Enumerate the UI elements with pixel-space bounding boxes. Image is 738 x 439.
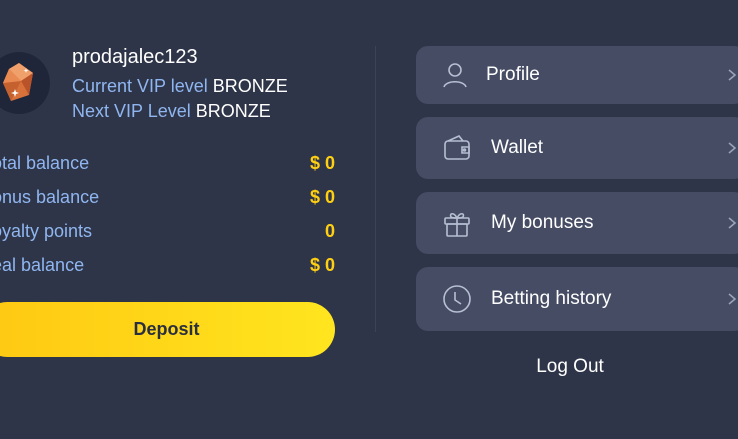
next-vip-value: BRONZE [195, 101, 271, 121]
menu-item-wallet[interactable]: Wallet [416, 117, 738, 179]
divider [375, 46, 376, 332]
balance-row-total: otal balance $ 0 [0, 150, 335, 176]
logout-link[interactable]: Log Out [520, 356, 620, 384]
balance-row-real: eal balance $ 0 [0, 252, 335, 278]
username: prodajalec123 [72, 46, 198, 68]
menu-item-my-bonuses[interactable]: My bonuses [416, 192, 738, 254]
current-vip-value: BRONZE [212, 76, 288, 96]
menu-item-betting-history[interactable]: Betting history [416, 267, 738, 331]
menu-label: Betting history [491, 288, 612, 309]
balance-row-bonus: onus balance $ 0 [0, 184, 335, 210]
balance-value: 0 [324, 220, 335, 241]
chevron-right-icon [728, 217, 737, 229]
balance-label: onus balance [0, 186, 100, 207]
menu-label: Profile [486, 64, 540, 85]
gift-icon [442, 208, 472, 238]
next-vip-label: Next VIP Level [72, 101, 191, 121]
current-vip-label: Current VIP level [72, 76, 208, 96]
balance-value: $ 0 [309, 254, 335, 275]
avatar [0, 52, 50, 114]
menu-label: Wallet [491, 137, 544, 158]
deposit-button[interactable]: Deposit [0, 302, 335, 357]
chevron-right-icon [728, 69, 737, 81]
balance-value: $ 0 [309, 186, 335, 207]
next-vip-level: Next VIP Level BRONZE [72, 101, 271, 122]
wallet-icon [442, 133, 472, 163]
menu-item-profile[interactable]: Profile [416, 46, 738, 104]
chevron-right-icon [728, 142, 737, 154]
bronze-gem-icon [3, 63, 33, 101]
balance-value: $ 0 [309, 152, 335, 173]
balance-label: oyalty points [0, 220, 93, 241]
menu-label: My bonuses [491, 212, 594, 233]
clock-icon [442, 284, 472, 314]
balance-row-loyalty: oyalty points 0 [0, 218, 335, 244]
account-summary-panel: prodajalec123 Current VIP level BRONZE N… [0, 0, 345, 439]
balance-label: eal balance [0, 254, 85, 275]
current-vip-level: Current VIP level BRONZE [72, 76, 288, 97]
user-icon [440, 60, 470, 90]
balance-label: otal balance [0, 152, 90, 173]
chevron-right-icon [728, 293, 737, 305]
